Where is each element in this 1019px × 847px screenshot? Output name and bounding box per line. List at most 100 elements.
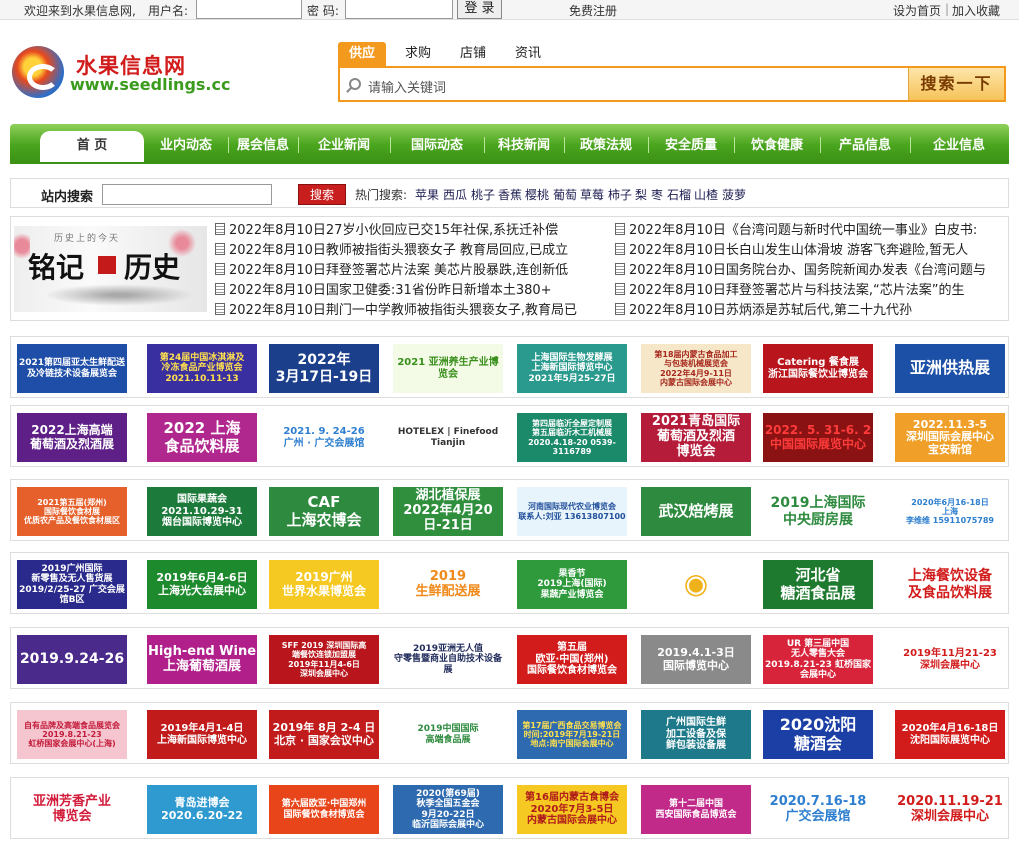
exhibition-ad-banner[interactable]: 2021青岛国际 葡萄酒及烈酒 博览会: [641, 413, 751, 462]
nav-item-company-news[interactable]: 企业新闻: [298, 124, 390, 162]
add-favorite-link[interactable]: 加入收藏: [952, 2, 1000, 19]
site-search-input[interactable]: [102, 184, 272, 205]
exhibition-ad-banner[interactable]: 第24届中国冰淇淋及 冷冻食品产业博览会 2021.10.11-13: [147, 344, 257, 393]
exhibition-ad-banner[interactable]: 2020.11.19-21 深圳会展中心: [895, 785, 1005, 834]
hot-word[interactable]: 枣: [651, 186, 663, 203]
exhibition-ad-banner[interactable]: 湖北植保展 2022年4月20日-21日: [393, 487, 503, 536]
exhibition-ad-banner[interactable]: 2022 上海 食品饮料展: [147, 413, 257, 462]
exhibition-ad-banner[interactable]: 2019广州 世界水果博览会: [269, 560, 379, 609]
nav-item-industry[interactable]: 业内动态: [144, 124, 228, 162]
exhibition-ad-banner[interactable]: 2022. 5. 31-6. 2 中国国际展览中心: [763, 413, 873, 462]
username-input[interactable]: [196, 0, 302, 19]
exhibition-ad-banner[interactable]: UR 第三届中国 无人零售大会 2019.8.21-23 虹桥国家会展中心: [763, 635, 873, 684]
hot-word[interactable]: 柿子: [608, 186, 632, 203]
news-link[interactable]: 2022年8月10日拜登签署芯片法案 美芯片股暴跌,连创新低: [215, 262, 610, 280]
search-tab-supply[interactable]: 供应: [338, 42, 386, 66]
exhibition-ad-banner[interactable]: 第六届欧亚·中国郑州 国际餐饮食材博览会: [269, 785, 379, 834]
exhibition-ad-banner[interactable]: 亚洲供热展: [895, 344, 1005, 393]
exhibition-ad-banner[interactable]: 2020年4月16-18日 沈阳国际展览中心: [895, 710, 1005, 759]
exhibition-ad-banner[interactable]: 河北省 糖酒食品展: [763, 560, 873, 609]
nav-item-home[interactable]: 首 页: [40, 131, 144, 162]
exhibition-ad-banner[interactable]: 2021第五届(郑州) 国际餐饮食材展 优质农产品及餐饮食材展区: [17, 487, 127, 536]
exhibition-ad-banner[interactable]: 2020沈阳 糖酒会: [763, 710, 873, 759]
exhibition-ad-banner[interactable]: 武汉焙烤展: [641, 487, 751, 536]
nav-item-safety[interactable]: 安全质量: [648, 124, 734, 162]
nav-item-enterprise[interactable]: 企业信息: [910, 124, 1008, 162]
exhibition-ad-banner[interactable]: 2019上海国际 中央厨房展: [763, 487, 873, 536]
news-link[interactable]: 2022年8月10日苏炳添是苏轼后代,第二十九代孙: [615, 302, 1008, 320]
exhibition-ad-banner[interactable]: 2019中国国际 高端食品展: [393, 710, 503, 759]
news-link[interactable]: 2022年8月10日国务院台办、国务院新闻办发表《台湾问题与: [615, 262, 1008, 280]
nav-item-tech[interactable]: 科技新闻: [484, 124, 564, 162]
exhibition-ad-banner[interactable]: 2021 亚洲养生产业博览会: [393, 344, 503, 393]
hot-word[interactable]: 菠萝: [722, 186, 746, 203]
exhibition-ad-banner[interactable]: 果香节 2019上海(国际) 果蔬产业博览会: [517, 560, 627, 609]
exhibition-ad-banner[interactable]: 2022年 3月17日-19日: [269, 344, 379, 393]
nav-item-products[interactable]: 产品信息: [820, 124, 910, 162]
exhibition-ad-banner[interactable]: ◉: [641, 560, 751, 609]
exhibition-ad-banner[interactable]: 2019亚洲无人值 守零售暨商业自助技术设备展: [393, 635, 503, 684]
login-button[interactable]: 登 录: [457, 0, 502, 19]
hot-word[interactable]: 西瓜: [443, 186, 467, 203]
exhibition-ad-banner[interactable]: 2020.7.16-18 广交会展馆: [763, 785, 873, 834]
search-tab-buy[interactable]: 求购: [398, 42, 438, 66]
exhibition-ad-banner[interactable]: High-end Wine 上海葡萄酒展: [147, 635, 257, 684]
exhibition-ad-banner[interactable]: 2019年6月4-6日 上海光大会展中心: [147, 560, 257, 609]
hot-word[interactable]: 葡萄: [553, 186, 577, 203]
nav-item-exhibition[interactable]: 展会信息: [228, 124, 298, 162]
exhibition-ad-banner[interactable]: 第五届 欧亚·中国(郑州) 国际餐饮食材博览会: [517, 635, 627, 684]
exhibition-ad-banner[interactable]: SFF 2019 深圳国际高 端餐饮连锁加盟展 2019年11月4-6日 深圳会…: [269, 635, 379, 684]
news-link[interactable]: 2022年8月10日国家卫健委:31省份昨日新增本土380+: [215, 282, 610, 300]
site-search-button[interactable]: 搜索: [298, 184, 346, 205]
exhibition-ad-banner[interactable]: 第16届内蒙古食博会 2020年7月3-5日 内蒙古国际会展中心: [517, 785, 627, 834]
exhibition-ad-banner[interactable]: 青岛进博会 2020.6.20-22: [147, 785, 257, 834]
exhibition-ad-banner[interactable]: 河南国际现代农业博览会 联系人:刘亚 13613807100: [517, 487, 627, 536]
exhibition-ad-banner[interactable]: 国际果蔬会 2021.10.29-31 烟台国际博览中心: [147, 487, 257, 536]
hot-word[interactable]: 香蕉: [498, 186, 522, 203]
exhibition-ad-banner[interactable]: 2019年4月1-4日 上海新国际博览中心: [147, 710, 257, 759]
exhibition-ad-banner[interactable]: 第18届内蒙古食品加工 与包装机械展览会 2022年4月9-11日 内蒙古国际会…: [641, 344, 751, 393]
site-logo[interactable]: 水果信息网 www.seedlings.cc: [12, 42, 230, 102]
nav-item-diet[interactable]: 饮食健康: [734, 124, 820, 162]
search-tab-news[interactable]: 资讯: [508, 42, 548, 66]
register-link[interactable]: 免费注册: [569, 2, 617, 19]
exhibition-ad-banner[interactable]: 2019.4.1-3日 国际博览中心: [641, 635, 751, 684]
search-button[interactable]: 搜索一下: [908, 68, 1004, 100]
exhibition-ad-banner[interactable]: 2022上海高端 葡萄酒及烈酒展: [17, 413, 127, 462]
exhibition-ad-banner[interactable]: Catering 餐食展 浙江国际餐饮业博览会: [763, 344, 873, 393]
hot-word[interactable]: 苹果: [415, 186, 439, 203]
exhibition-ad-banner[interactable]: 2019年11月21-23 深圳会展中心: [895, 635, 1005, 684]
hot-word[interactable]: 樱桃: [525, 186, 549, 203]
exhibition-ad-banner[interactable]: HOTELEX | Finefood Tianjin: [393, 413, 503, 462]
exhibition-ad-banner[interactable]: 2022.11.3-5 深圳国际会展中心 宝安新馆: [895, 413, 1005, 462]
exhibition-ad-banner[interactable]: 2019.9.24-26: [17, 635, 127, 684]
hot-word[interactable]: 石榴: [667, 186, 691, 203]
exhibition-ad-banner[interactable]: 第十二届中国 西安国际食品博览会: [641, 785, 751, 834]
hot-word[interactable]: 桃子: [471, 186, 495, 203]
hot-word[interactable]: 山楂: [694, 186, 718, 203]
nav-item-policy[interactable]: 政策法规: [564, 124, 648, 162]
news-link[interactable]: 2022年8月10日教师被指街头猥亵女子 教育局回应,已成立: [215, 242, 610, 260]
news-link[interactable]: 2022年8月10日27岁小伙回应已交15年社保,系抚迁补偿: [215, 222, 610, 240]
news-link[interactable]: 2022年8月10日长白山发生山体滑坡 游客飞奔避险,暂无人: [615, 242, 1008, 260]
history-today-image[interactable]: 历史上的今天 铭记 历史: [14, 226, 207, 312]
exhibition-ad-banner[interactable]: 广州国际生鲜 加工设备及保 鲜包装设备展: [641, 710, 751, 759]
news-link[interactable]: 2022年8月10日荆门一中学教师被指街头猥亵女子,教育局已: [215, 302, 610, 320]
hot-word[interactable]: 草莓: [580, 186, 604, 203]
search-tab-shop[interactable]: 店铺: [453, 42, 493, 66]
exhibition-ad-banner[interactable]: 2019 生鲜配送展: [393, 560, 503, 609]
exhibition-ad-banner[interactable]: 上海国际生物发酵展 上海新国际博览中心 2021年5月25-27日: [517, 344, 627, 393]
exhibition-ad-banner[interactable]: 自有品牌及高端食品展览会 2019.8.21-23 虹桥国家会展中心(上海): [17, 710, 127, 759]
news-link[interactable]: 2022年8月10日拜登签署芯片与科技法案,“芯片法案”的生: [615, 282, 1008, 300]
exhibition-ad-banner[interactable]: 2019广州国际 新零售及无人售货展 2019/2/25-27 广交会展馆B区: [17, 560, 127, 609]
hot-word[interactable]: 梨: [635, 186, 647, 203]
set-home-link[interactable]: 设为首页: [893, 2, 941, 19]
nav-item-international[interactable]: 国际动态: [390, 124, 484, 162]
exhibition-ad-banner[interactable]: 上海餐饮设备 及食品饮料展: [895, 560, 1005, 609]
news-link[interactable]: 2022年8月10日《台湾问题与新时代中国统一事业》白皮书:: [615, 222, 1008, 240]
exhibition-ad-banner[interactable]: 2019年 8月 2-4 日 北京 · 国家会议中心: [269, 710, 379, 759]
exhibition-ad-banner[interactable]: 2021第四届亚太生鲜配送 及冷链技术设备展览会: [17, 344, 127, 393]
exhibition-ad-banner[interactable]: 第17届广西食品交易博览会 时间:2019年7月19-21日 地点:南宁国际会展…: [517, 710, 627, 759]
exhibition-ad-banner[interactable]: CAF 上海农博会: [269, 487, 379, 536]
exhibition-ad-banner[interactable]: 2021. 9. 24-26 广州 · 广交会展馆: [269, 413, 379, 462]
